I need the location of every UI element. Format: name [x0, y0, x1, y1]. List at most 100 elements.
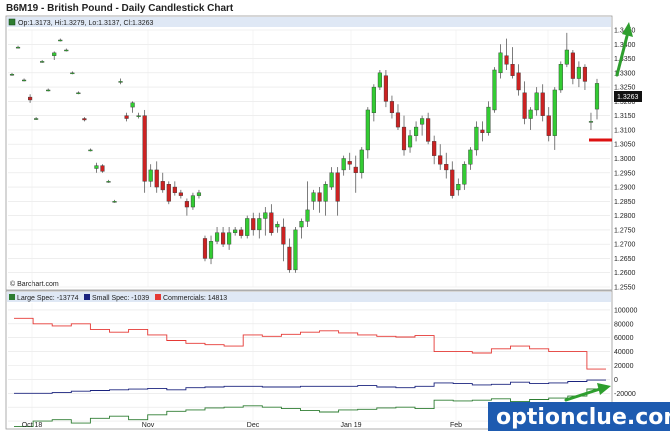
price-tick-label: 1.2750 — [614, 227, 636, 234]
x-tick-label: Feb — [450, 422, 462, 429]
candle-body-up — [498, 52, 503, 74]
x-tick-label: Oct 18 — [22, 422, 43, 429]
ohlc-readout: Op:1.3173, Hi:1.3279, Lo:1.3137, Cl:1.32… — [18, 20, 154, 27]
candle — [166, 181, 171, 205]
chart-canvas: B6M19 - British Pound - Daily Candlestic… — [5, 3, 670, 431]
candle-body-up — [576, 66, 581, 79]
price-tick-label: 1.3100 — [614, 127, 636, 134]
candle-body-up — [46, 89, 51, 92]
price-panel — [5, 15, 613, 291]
legend-swatch-large-spec — [9, 294, 15, 300]
candle-body-down — [347, 161, 352, 165]
candle — [202, 235, 208, 262]
candle-body-up — [588, 121, 594, 123]
candle-body-down — [317, 192, 322, 202]
candle-body-up — [558, 64, 563, 91]
price-tick-label: 1.2900 — [614, 185, 636, 192]
candle-body-up — [208, 241, 214, 259]
candle — [245, 215, 250, 239]
candle-body-up — [420, 118, 425, 125]
legend-swatch-commercials — [155, 294, 161, 300]
legend-small-spec: Small Spec: -1039 — [92, 295, 149, 302]
candle-body-down — [269, 212, 274, 233]
price-tick-label: 1.2850 — [614, 199, 636, 206]
candle-body-up — [263, 212, 268, 219]
candle — [492, 67, 497, 113]
candle-body-up — [15, 46, 21, 49]
candle-body-up — [52, 52, 57, 56]
candle-body-down — [546, 115, 551, 136]
cot-tick-label: 80000 — [614, 321, 634, 328]
candle-body-down — [522, 92, 527, 119]
candle-body-up — [293, 229, 298, 271]
candle-body-down — [383, 75, 388, 102]
price-tick-label: 1.3000 — [614, 156, 636, 163]
candle-body-down — [100, 165, 105, 172]
candle-body-down — [450, 169, 455, 196]
x-tick-label: Nov — [142, 422, 155, 429]
price-tick-label: 1.2600 — [614, 270, 636, 277]
candle-body-up — [564, 49, 569, 65]
cot-tick-label: 100000 — [614, 307, 637, 314]
candle-body-down — [426, 118, 431, 142]
candle-body-down — [389, 101, 395, 114]
last-price-text: 1.3263 — [617, 94, 639, 101]
candle-body-up — [552, 89, 557, 136]
candle-body-up — [196, 192, 202, 196]
candle-body-up — [112, 201, 117, 203]
cot-tick-label: -20000 — [614, 391, 636, 398]
candle-body-down — [178, 192, 183, 196]
x-tick-label: Jan 19 — [340, 422, 361, 429]
candle-body-down — [221, 232, 226, 245]
candle-body-up — [492, 69, 497, 111]
candle-body-up — [64, 49, 69, 52]
candle — [383, 69, 388, 108]
price-tick-label: 1.2950 — [614, 170, 636, 177]
candle-body-up — [594, 83, 600, 110]
cot-tick-label: 0 — [614, 377, 618, 384]
candle-body-down — [287, 246, 292, 271]
candle-body-up — [456, 183, 461, 191]
candle-body-down — [510, 64, 515, 76]
candle-body-down — [202, 238, 208, 259]
candle-body-down — [401, 126, 407, 151]
legend-large-spec: Large Spec: -13774 — [17, 295, 79, 302]
chart-title: B6M19 - British Pound - Daily Candlestic… — [6, 3, 234, 14]
legend-commercials: Commercials: 14813 — [163, 295, 227, 302]
candle-body-down — [335, 172, 340, 202]
candle-body-up — [88, 149, 93, 152]
candle-body-up — [214, 232, 220, 242]
candle-body-up — [275, 223, 280, 228]
cot-tick-label: 60000 — [614, 335, 634, 342]
candle-body-up — [299, 221, 304, 228]
candle-body-down — [239, 229, 244, 236]
ohlc-legend-square — [8, 18, 16, 26]
candle — [293, 227, 298, 273]
candle-body-down — [281, 226, 286, 245]
candle-body-down — [160, 181, 165, 191]
candle-body-up — [474, 126, 479, 151]
price-tick-label: 1.2700 — [614, 242, 636, 249]
candle-body-down — [504, 55, 509, 65]
price-tick-label: 1.3050 — [614, 142, 636, 149]
candle-body-up — [365, 109, 370, 151]
candle-body-up — [462, 164, 467, 185]
candle-body-down — [570, 52, 575, 79]
candle-body-up — [34, 118, 39, 120]
candle-body-up — [341, 158, 346, 171]
candle-body-up — [233, 229, 238, 233]
price-tick-label: 1.3150 — [614, 113, 636, 120]
price-tick-label: 1.2800 — [614, 213, 636, 220]
candle-body-down — [432, 141, 437, 156]
candle-body-up — [377, 72, 382, 88]
price-axis-labels: 1.34501.34001.33501.33001.32501.32001.31… — [614, 28, 636, 292]
candle-body-down — [516, 72, 521, 91]
candle-body-up — [227, 232, 232, 245]
candle-body-up — [148, 169, 153, 182]
candle-body-up — [371, 86, 376, 114]
candle-body-up — [407, 135, 413, 148]
candle-body-down — [142, 115, 147, 182]
candle-body-down — [172, 186, 177, 193]
price-tick-label: 1.2550 — [614, 285, 636, 292]
watermark-text: optionclue.com — [496, 405, 670, 430]
